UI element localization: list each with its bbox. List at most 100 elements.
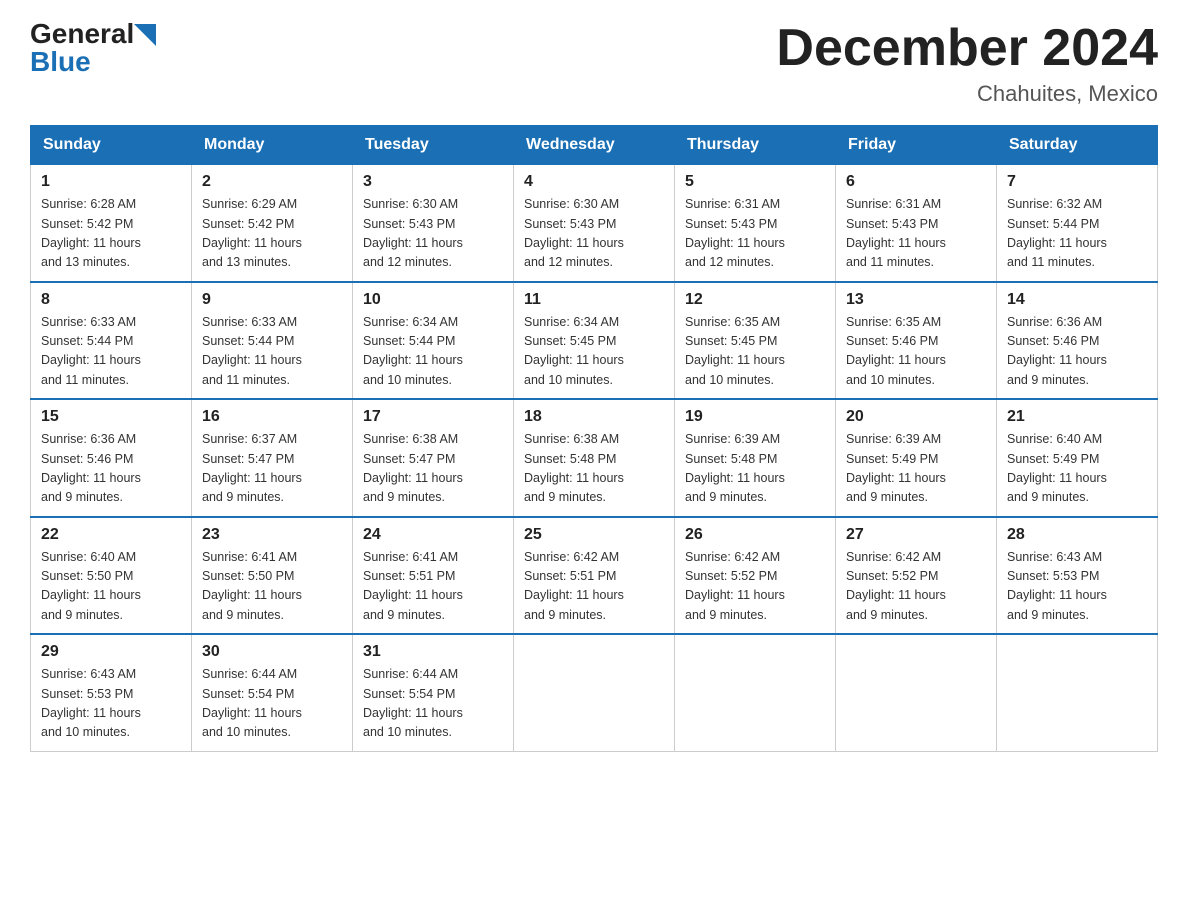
day-info: Sunrise: 6:40 AMSunset: 5:49 PMDaylight:… [1007, 430, 1147, 508]
day-info: Sunrise: 6:30 AMSunset: 5:43 PMDaylight:… [363, 195, 503, 273]
day-number: 5 [685, 173, 825, 191]
weekday-header-thursday: Thursday [675, 126, 836, 165]
day-number: 17 [363, 408, 503, 426]
calendar-day-12: 12Sunrise: 6:35 AMSunset: 5:45 PMDayligh… [675, 282, 836, 400]
day-info: Sunrise: 6:43 AMSunset: 5:53 PMDaylight:… [41, 665, 181, 743]
calendar-table: SundayMondayTuesdayWednesdayThursdayFrid… [30, 125, 1158, 752]
day-info: Sunrise: 6:32 AMSunset: 5:44 PMDaylight:… [1007, 195, 1147, 273]
day-info: Sunrise: 6:43 AMSunset: 5:53 PMDaylight:… [1007, 548, 1147, 626]
day-number: 20 [846, 408, 986, 426]
calendar-subtitle: Chahuites, Mexico [776, 81, 1158, 107]
calendar-day-19: 19 Sunrise: 6:39 AMSunset: 5:48 PMDayligh… [675, 399, 836, 517]
day-number: 9 [202, 291, 342, 309]
calendar-day-7: 7 Sunrise: 6:32 AMSunset: 5:44 PMDaylight… [997, 165, 1158, 282]
day-info: Sunrise: 6:34 AMSunset: 5:44 PMDaylight:… [363, 313, 503, 391]
day-number: 10 [363, 291, 503, 309]
day-number: 16 [202, 408, 342, 426]
day-info: Sunrise: 6:30 AMSunset: 5:43 PMDaylight:… [524, 195, 664, 273]
day-number: 4 [524, 173, 664, 191]
calendar-day-6: 6 Sunrise: 6:31 AMSunset: 5:43 PMDaylight… [836, 165, 997, 282]
calendar-week-5: 29 Sunrise: 6:43 AMSunset: 5:53 PMDayligh… [31, 634, 1158, 751]
day-number: 14 [1007, 291, 1147, 309]
empty-cell [675, 634, 836, 751]
day-number: 7 [1007, 173, 1147, 191]
day-number: 26 [685, 526, 825, 544]
day-info: Sunrise: 6:42 AMSunset: 5:51 PMDaylight:… [524, 548, 664, 626]
logo-blue-text: Blue [30, 48, 91, 76]
day-info: Sunrise: 6:33 AMSunset: 5:44 PMDaylight:… [202, 313, 342, 391]
day-number: 29 [41, 643, 181, 661]
weekday-header-row: SundayMondayTuesdayWednesdayThursdayFrid… [31, 126, 1158, 165]
day-info: Sunrise: 6:41 AMSunset: 5:51 PMDaylight:… [363, 548, 503, 626]
day-number: 30 [202, 643, 342, 661]
logo-triangle-icon [134, 24, 156, 48]
day-info: Sunrise: 6:39 AMSunset: 5:48 PMDaylight:… [685, 430, 825, 508]
day-number: 6 [846, 173, 986, 191]
calendar-day-10: 10 Sunrise: 6:34 AMSunset: 5:44 PMDayligh… [353, 282, 514, 400]
day-info: Sunrise: 6:38 AMSunset: 5:47 PMDaylight:… [363, 430, 503, 508]
calendar-day-29: 29 Sunrise: 6:43 AMSunset: 5:53 PMDayligh… [31, 634, 192, 751]
day-number: 28 [1007, 526, 1147, 544]
day-number: 19 [685, 408, 825, 426]
calendar-day-9: 9 Sunrise: 6:33 AMSunset: 5:44 PMDaylight… [192, 282, 353, 400]
weekday-header-monday: Monday [192, 126, 353, 165]
calendar-day-22: 22 Sunrise: 6:40 AMSunset: 5:50 PMDayligh… [31, 517, 192, 635]
day-info: Sunrise: 6:37 AMSunset: 5:47 PMDaylight:… [202, 430, 342, 508]
weekday-header-sunday: Sunday [31, 126, 192, 165]
day-info: Sunrise: 6:29 AMSunset: 5:42 PMDaylight:… [202, 195, 342, 273]
calendar-day-20: 20 Sunrise: 6:39 AMSunset: 5:49 PMDayligh… [836, 399, 997, 517]
calendar-day-17: 17 Sunrise: 6:38 AMSunset: 5:47 PMDayligh… [353, 399, 514, 517]
calendar-week-2: 8Sunrise: 6:33 AMSunset: 5:44 PMDaylight… [31, 282, 1158, 400]
calendar-day-11: 11 Sunrise: 6:34 AMSunset: 5:45 PMDayligh… [514, 282, 675, 400]
day-info: Sunrise: 6:33 AMSunset: 5:44 PMDaylight:… [41, 313, 181, 391]
calendar-day-3: 3 Sunrise: 6:30 AMSunset: 5:43 PMDaylight… [353, 165, 514, 282]
calendar-day-23: 23 Sunrise: 6:41 AMSunset: 5:50 PMDayligh… [192, 517, 353, 635]
day-number: 31 [363, 643, 503, 661]
empty-cell [997, 634, 1158, 751]
day-info: Sunrise: 6:31 AMSunset: 5:43 PMDaylight:… [685, 195, 825, 273]
calendar-day-24: 24 Sunrise: 6:41 AMSunset: 5:51 PMDayligh… [353, 517, 514, 635]
title-block: December 2024 Chahuites, Mexico [776, 20, 1158, 107]
day-info: Sunrise: 6:28 AMSunset: 5:42 PMDaylight:… [41, 195, 181, 273]
day-number: 3 [363, 173, 503, 191]
calendar-day-1: 1 Sunrise: 6:28 AMSunset: 5:42 PMDaylight… [31, 165, 192, 282]
empty-cell [836, 634, 997, 751]
weekday-header-friday: Friday [836, 126, 997, 165]
day-number: 24 [363, 526, 503, 544]
calendar-day-30: 30 Sunrise: 6:44 AMSunset: 5:54 PMDayligh… [192, 634, 353, 751]
calendar-title: December 2024 [776, 20, 1158, 77]
day-number: 18 [524, 408, 664, 426]
day-info: Sunrise: 6:44 AMSunset: 5:54 PMDaylight:… [202, 665, 342, 743]
day-info: Sunrise: 6:35 AMSunset: 5:46 PMDaylight:… [846, 313, 986, 391]
weekday-header-tuesday: Tuesday [353, 126, 514, 165]
day-number: 22 [41, 526, 181, 544]
day-info: Sunrise: 6:35 AMSunset: 5:45 PMDaylight:… [685, 313, 825, 391]
day-number: 23 [202, 526, 342, 544]
day-info: Sunrise: 6:34 AMSunset: 5:45 PMDaylight:… [524, 313, 664, 391]
calendar-day-18: 18 Sunrise: 6:38 AMSunset: 5:48 PMDayligh… [514, 399, 675, 517]
day-number: 1 [41, 173, 181, 191]
day-info: Sunrise: 6:38 AMSunset: 5:48 PMDaylight:… [524, 430, 664, 508]
day-info: Sunrise: 6:39 AMSunset: 5:49 PMDaylight:… [846, 430, 986, 508]
day-number: 11 [524, 291, 664, 309]
calendar-day-21: 21 Sunrise: 6:40 AMSunset: 5:49 PMDayligh… [997, 399, 1158, 517]
day-number: 15 [41, 408, 181, 426]
calendar-day-15: 15Sunrise: 6:36 AMSunset: 5:46 PMDayligh… [31, 399, 192, 517]
calendar-week-3: 15Sunrise: 6:36 AMSunset: 5:46 PMDayligh… [31, 399, 1158, 517]
day-info: Sunrise: 6:36 AMSunset: 5:46 PMDaylight:… [1007, 313, 1147, 391]
weekday-header-wednesday: Wednesday [514, 126, 675, 165]
calendar-week-4: 22 Sunrise: 6:40 AMSunset: 5:50 PMDayligh… [31, 517, 1158, 635]
day-info: Sunrise: 6:31 AMSunset: 5:43 PMDaylight:… [846, 195, 986, 273]
day-info: Sunrise: 6:42 AMSunset: 5:52 PMDaylight:… [846, 548, 986, 626]
day-info: Sunrise: 6:44 AMSunset: 5:54 PMDaylight:… [363, 665, 503, 743]
calendar-day-27: 27Sunrise: 6:42 AMSunset: 5:52 PMDayligh… [836, 517, 997, 635]
calendar-day-13: 13Sunrise: 6:35 AMSunset: 5:46 PMDayligh… [836, 282, 997, 400]
day-number: 21 [1007, 408, 1147, 426]
day-info: Sunrise: 6:40 AMSunset: 5:50 PMDaylight:… [41, 548, 181, 626]
calendar-day-2: 2 Sunrise: 6:29 AMSunset: 5:42 PMDaylight… [192, 165, 353, 282]
calendar-day-4: 4 Sunrise: 6:30 AMSunset: 5:43 PMDaylight… [514, 165, 675, 282]
day-info: Sunrise: 6:41 AMSunset: 5:50 PMDaylight:… [202, 548, 342, 626]
day-number: 2 [202, 173, 342, 191]
calendar-day-14: 14 Sunrise: 6:36 AMSunset: 5:46 PMDayligh… [997, 282, 1158, 400]
calendar-day-26: 26Sunrise: 6:42 AMSunset: 5:52 PMDayligh… [675, 517, 836, 635]
